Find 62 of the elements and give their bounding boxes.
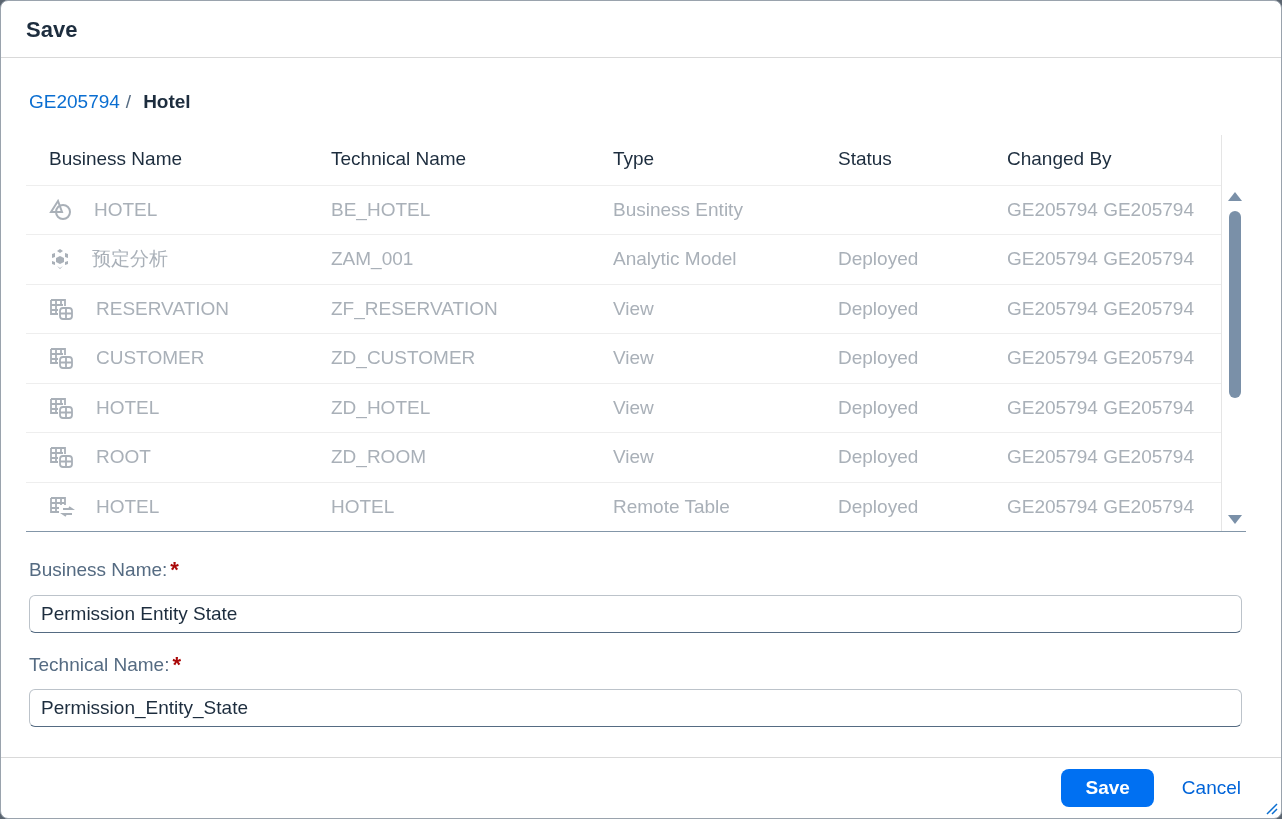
column-header[interactable]: Changed By xyxy=(1007,145,1221,174)
table-cell-text: GE205794 GE205794 xyxy=(1007,346,1194,370)
table-cell-text: HOTEL xyxy=(96,395,160,420)
column-header[interactable]: Status xyxy=(838,145,1007,174)
table-cell-text: ROOT xyxy=(96,445,151,469)
save-button[interactable]: Save xyxy=(1061,769,1154,807)
table-arrows-icon xyxy=(49,495,75,518)
text-field[interactable]: Permission_Entity_State xyxy=(29,689,1242,727)
table-cell-text: Business Entity xyxy=(613,197,743,222)
scroll-thumb[interactable] xyxy=(1229,210,1241,398)
table-cell-text: Deployed xyxy=(838,247,919,271)
table-grid-icon xyxy=(49,347,75,370)
table-cell-text: ZD_ROOM xyxy=(331,445,426,470)
table-cell-text: HOTEL xyxy=(331,494,395,519)
table-cell-text: GE205794 GE205794 xyxy=(1007,445,1194,469)
cancel-button[interactable]: Cancel xyxy=(1181,773,1241,803)
table-cell-text: Deployed xyxy=(838,445,919,469)
table-cell-text: View xyxy=(613,395,654,420)
breadcrumb-current: Hotel xyxy=(143,90,191,114)
table-cell-text: GE205794 GE205794 xyxy=(1007,197,1194,222)
table-cell-text: Deployed xyxy=(838,346,919,370)
table-cell-text: ZAM_001 xyxy=(331,247,414,272)
table-cell-text: BE_HOTEL xyxy=(331,197,431,223)
table-cell-text: HOTEL xyxy=(94,197,158,222)
field-label: Business Name: xyxy=(29,558,168,582)
resize-handle-icon[interactable] xyxy=(1266,803,1278,815)
dialog-title: Save xyxy=(26,15,78,44)
table-cell-text: HOTEL xyxy=(96,494,160,519)
table-cell-text: Deployed xyxy=(838,395,919,420)
field-label: Technical Name: xyxy=(29,652,170,677)
table-cell-text: Remote Table xyxy=(613,494,730,519)
shapes-icon xyxy=(49,198,73,221)
table-cell-text: ZF_RESERVATION xyxy=(331,296,498,322)
scroll-down-icon[interactable] xyxy=(1228,514,1242,525)
table-cell-text: CUSTOMER xyxy=(96,346,205,370)
required-mark: * xyxy=(172,653,181,676)
table-cell-text: GE205794 GE205794 xyxy=(1007,296,1194,321)
table-cell-text: View xyxy=(613,445,654,469)
table-cell-text: GE205794 GE205794 xyxy=(1007,395,1194,420)
scroll-up-icon[interactable] xyxy=(1228,190,1242,201)
table-cell-text: View xyxy=(613,346,654,370)
text-field[interactable]: Permission Entity State xyxy=(29,594,1242,633)
cube-icon xyxy=(49,248,71,271)
column-header[interactable]: Type xyxy=(613,145,838,174)
table-grid-icon xyxy=(49,396,75,419)
column-header[interactable]: Business Name xyxy=(26,145,331,174)
breadcrumb-link[interactable]: GE205794 xyxy=(29,88,120,117)
table-cell-text: 预定分析 xyxy=(92,247,168,271)
table-cell-text: View xyxy=(613,296,654,321)
table-cell-text: Deployed xyxy=(838,296,919,321)
table-cell-text: Deployed xyxy=(838,494,919,519)
table-cell-text: ZD_CUSTOMER xyxy=(331,346,476,371)
table-cell-text: ZD_HOTEL xyxy=(331,395,431,421)
table-grid-icon xyxy=(49,446,75,469)
table-cell-text: Analytic Model xyxy=(613,247,737,271)
column-header[interactable]: Technical Name xyxy=(331,145,613,174)
table-grid-icon xyxy=(49,297,75,320)
breadcrumb-separator: / xyxy=(125,90,132,114)
table-cell-text: GE205794 GE205794 xyxy=(1007,247,1194,271)
table-cell-text: RESERVATION xyxy=(96,296,230,321)
required-mark: * xyxy=(170,559,179,582)
table-cell-text: GE205794 GE205794 xyxy=(1007,494,1194,519)
